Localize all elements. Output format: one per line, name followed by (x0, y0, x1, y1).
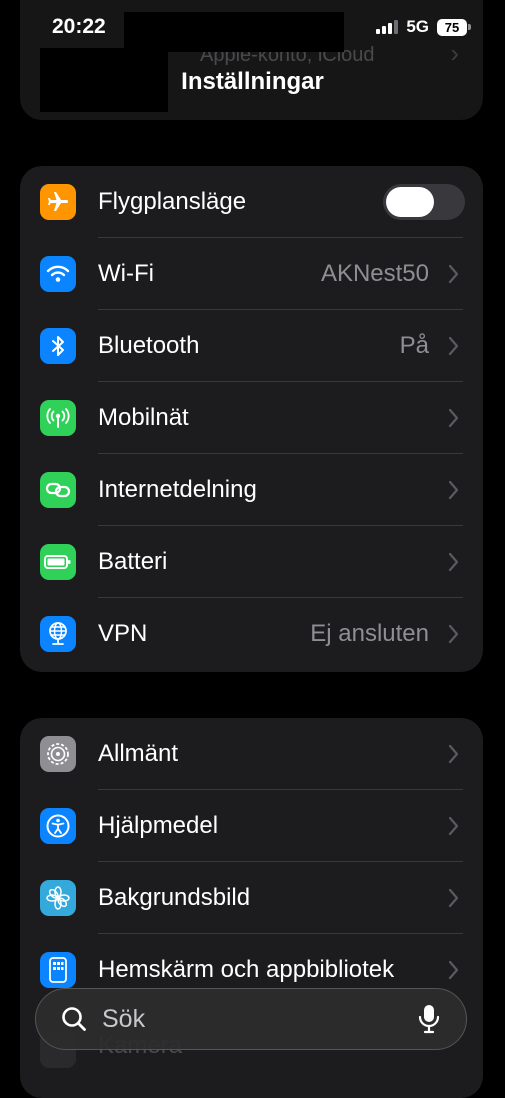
homescreen-icon (40, 952, 76, 988)
row-vpn[interactable]: VPN Ej ansluten (20, 598, 483, 670)
row-label: Flygplansläge (98, 188, 247, 215)
bluetooth-icon (40, 328, 76, 364)
row-label: Wi-Fi (98, 260, 154, 287)
gear-icon (40, 736, 76, 772)
row-wallpaper[interactable]: Bakgrundsbild (20, 862, 483, 934)
chevron-right-icon (448, 264, 459, 284)
connectivity-group: Flygplansläge Wi-Fi AKNest50 Bluetooth P… (20, 166, 483, 672)
airplane-toggle[interactable] (383, 184, 465, 220)
row-mobile[interactable]: Mobilnät (20, 382, 483, 454)
row-hotspot[interactable]: Internetdelning (20, 454, 483, 526)
chevron-right-icon (448, 816, 459, 836)
bluetooth-value: På (399, 332, 429, 359)
search-bar[interactable]: Sök (35, 988, 467, 1050)
chevron-right-icon (448, 480, 459, 500)
row-label: Hjälpmedel (98, 812, 219, 839)
airplane-icon (40, 184, 76, 220)
redaction-bar (124, 12, 344, 52)
chevron-right-icon: › (450, 38, 459, 68)
vpn-value: Ej ansluten (310, 620, 429, 647)
row-label: Allmänt (98, 740, 179, 767)
chevron-right-icon (448, 744, 459, 764)
row-label: Mobilnät (98, 404, 189, 431)
row-accessibility[interactable]: Hjälpmedel (20, 790, 483, 862)
row-label: Internetdelning (98, 476, 257, 503)
chevron-right-icon (448, 888, 459, 908)
status-time: 20:22 (52, 15, 106, 38)
search-input[interactable]: Sök (102, 989, 145, 1049)
microphone-icon[interactable] (418, 1003, 440, 1035)
row-wifi[interactable]: Wi-Fi AKNest50 (20, 238, 483, 310)
accessibility-icon (40, 808, 76, 844)
battery-icon (40, 544, 76, 580)
battery-icon: 75 (437, 18, 471, 36)
row-airplane[interactable]: Flygplansläge (20, 166, 483, 238)
cellular-signal-icon (376, 20, 399, 34)
network-type: 5G (406, 17, 429, 36)
row-battery[interactable]: Batteri (20, 526, 483, 598)
wifi-value: AKNest50 (320, 260, 429, 287)
antenna-icon (40, 400, 76, 436)
chevron-right-icon (448, 552, 459, 572)
row-general[interactable]: Allmänt (20, 718, 483, 790)
row-bluetooth[interactable]: Bluetooth På (20, 310, 483, 382)
wifi-icon (40, 256, 76, 292)
globe-icon (40, 616, 76, 652)
page-title: Inställningar (181, 68, 324, 95)
link-icon (40, 472, 76, 508)
status-indicators: 5G 75 (376, 17, 471, 37)
chevron-right-icon (448, 408, 459, 428)
row-label: Bakgrundsbild (98, 884, 251, 911)
battery-level: 75 (437, 18, 467, 36)
flower-icon (40, 880, 76, 916)
row-label: Bluetooth (98, 332, 200, 359)
row-label: Batteri (98, 548, 168, 575)
chevron-right-icon (448, 960, 459, 980)
chevron-right-icon (448, 624, 459, 644)
search-icon (62, 1007, 86, 1031)
chevron-right-icon (448, 336, 459, 356)
row-label: VPN (98, 620, 148, 647)
